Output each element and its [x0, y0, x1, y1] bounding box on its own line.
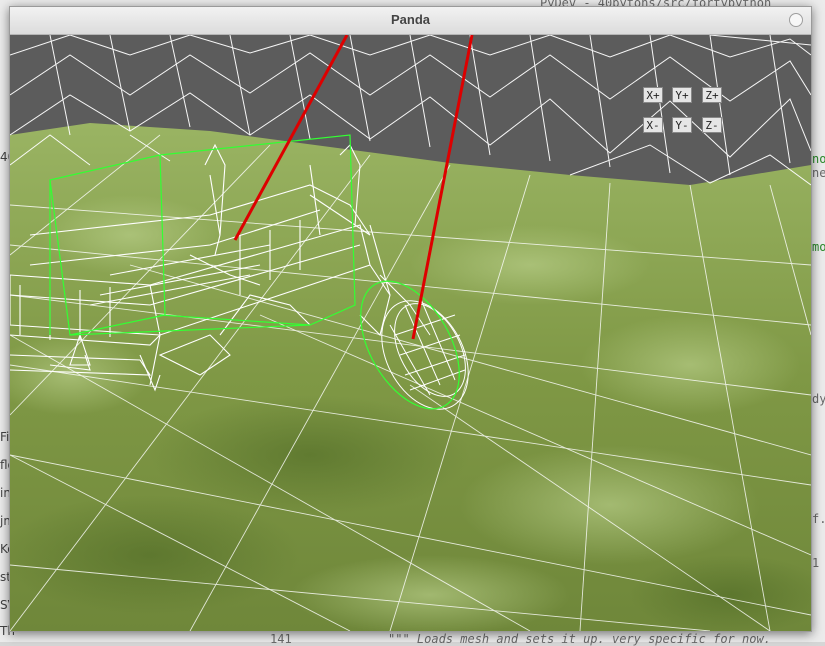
axis-z-plus-button[interactable]: Z+: [702, 87, 722, 103]
axis-x-minus-button[interactable]: X-: [643, 117, 663, 133]
ide-side-label: Fi: [0, 430, 10, 444]
ide-right-fragment: 1: [812, 556, 820, 570]
ide-line-number: 141: [270, 632, 292, 646]
ide-right-fragment: f.: [812, 512, 825, 526]
ide-code-fragment: """ Loads mesh and sets it up. very spec…: [388, 632, 771, 646]
axis-x-plus-button[interactable]: X+: [643, 87, 663, 103]
panda-window: Panda X+ Y+ Z+ X- Y- Z-: [9, 6, 812, 632]
window-title: Panda: [390, 12, 430, 27]
ide-right-fragment: mo: [812, 240, 825, 254]
axis-y-minus-button[interactable]: Y-: [672, 117, 692, 133]
ide-right-fragment: no: [812, 152, 825, 166]
ide-right-fragment: ne: [812, 166, 825, 180]
axis-y-plus-button[interactable]: Y+: [672, 87, 692, 103]
axis-z-minus-button[interactable]: Z-: [702, 117, 722, 133]
window-titlebar[interactable]: Panda: [10, 7, 811, 35]
3d-viewport[interactable]: X+ Y+ Z+ X- Y- Z-: [10, 35, 811, 631]
close-icon[interactable]: [789, 13, 803, 27]
ide-right-fragment: dy: [812, 392, 825, 406]
